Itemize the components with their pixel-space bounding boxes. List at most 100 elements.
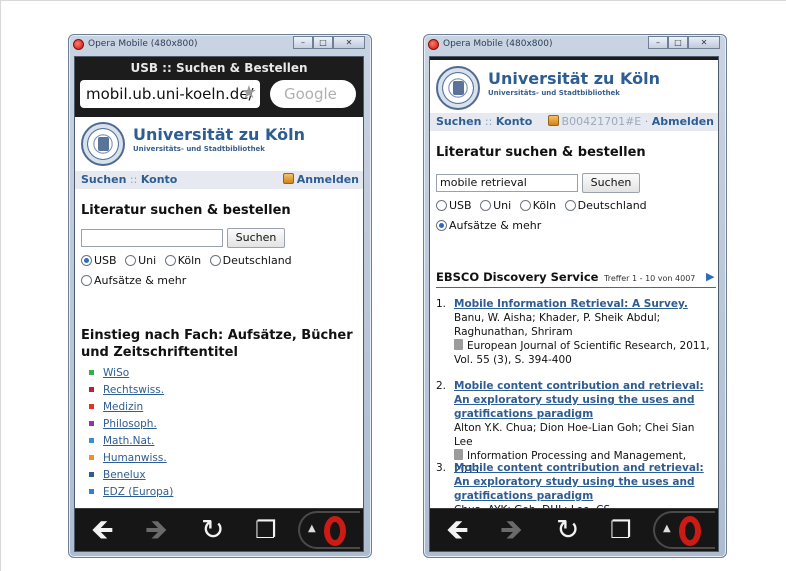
search-button[interactable]: Suchen (582, 173, 640, 193)
subject-link[interactable]: EDZ (Europa) (103, 486, 173, 498)
opera-menu-button[interactable]: ▲ (653, 511, 715, 549)
bookmark-star-icon[interactable]: ★ (241, 83, 257, 103)
subjects-heading: Einstieg nach Fach: Aufsätze, Bücher und… (81, 328, 353, 360)
opera-mobile-window-right: Opera Mobile (480x800) – □ ✕ Universität… (423, 34, 727, 558)
login-label: Anmelden (296, 173, 359, 186)
maximize-button[interactable]: □ (668, 36, 688, 49)
library-header: Universität zu Köln Universitäts- und St… (75, 117, 363, 173)
result-item: 1. Mobile Information Retrieval: A Surve… (436, 297, 712, 367)
opera-app-icon (428, 39, 439, 50)
reload-icon[interactable]: ↻ (556, 515, 579, 545)
subject-link[interactable]: Math.Nat. (103, 435, 154, 447)
forward-arrow-icon[interactable]: 🡺 (500, 515, 523, 545)
radio-uni-label: Uni (138, 254, 157, 267)
subject-item: Math.Nat. (89, 433, 173, 450)
result-source: European Journal of Scientific Research,… (454, 340, 710, 366)
subject-link[interactable]: Rechtswiss. (103, 384, 164, 396)
browser-bottom-toolbar: 🡸 🡺 ↻ ❐ ▲ (75, 508, 363, 551)
results-count: Treffer 1 - 10 von 4007 (604, 274, 696, 283)
back-arrow-icon[interactable]: 🡸 (446, 515, 469, 545)
subject-item: EDZ (Europa) (89, 484, 173, 501)
search-button[interactable]: Suchen (227, 228, 285, 248)
window-titlebar[interactable]: Opera Mobile (480x800) – □ ✕ (69, 35, 371, 55)
document-icon (454, 449, 463, 460)
nav-konto-link[interactable]: Konto (496, 115, 533, 128)
nav-suchen-link[interactable]: Suchen (81, 173, 126, 186)
forward-arrow-icon[interactable]: 🡺 (145, 515, 168, 545)
reload-icon[interactable]: ↻ (201, 515, 224, 545)
university-name: Universität zu Köln (488, 69, 660, 88)
user-lock-icon (547, 115, 559, 126)
radio-deutschland[interactable] (564, 200, 576, 211)
login-link[interactable]: Anmelden (282, 171, 359, 189)
minimize-button[interactable]: – (648, 36, 668, 49)
browser-viewport: USB :: Suchen & Bestellen mobil.ub.uni-k… (74, 56, 364, 552)
subject-item: Humanwiss. (89, 450, 173, 467)
page-title: USB :: Suchen & Bestellen (130, 61, 308, 75)
address-field[interactable]: mobil.ub.uni-koeln.de/ ★ (80, 80, 260, 108)
nav-konto-link[interactable]: Konto (141, 173, 178, 186)
logout-link[interactable]: Abmelden (652, 115, 714, 128)
subject-link[interactable]: Humanwiss. (103, 452, 167, 464)
subject-item: Benelux (89, 467, 173, 484)
nav-separator: :: (129, 173, 138, 186)
opera-logo-icon (324, 516, 346, 546)
subject-item: WiSo (89, 365, 173, 382)
back-arrow-icon[interactable]: 🡸 (91, 515, 114, 545)
radio-usb[interactable] (81, 255, 92, 266)
radio-koeln[interactable] (164, 255, 176, 266)
opera-logo-icon (679, 516, 701, 546)
opera-menu-button[interactable]: ▲ (298, 511, 360, 549)
result-number: 3. (436, 462, 447, 474)
search-heading: Literatur suchen & bestellen (81, 203, 291, 218)
nav-separator: :: (484, 115, 493, 128)
subject-link[interactable]: WiSo (103, 367, 129, 379)
search-input[interactable] (81, 229, 223, 247)
subject-item: Medizin (89, 399, 173, 416)
scope-radio-extra: Aufsätze & mehr (436, 219, 546, 232)
radio-aufsaetze[interactable] (436, 220, 447, 231)
radio-deutschland-label: Deutschland (577, 199, 647, 212)
subject-list: WiSo Rechtswiss. Medizin Philosoph. Math.Nat… (89, 365, 173, 501)
radio-deutschland-label: Deutschland (222, 254, 292, 267)
window-titlebar[interactable]: Opera Mobile (480x800) – □ ✕ (424, 35, 726, 55)
radio-uni[interactable] (125, 255, 137, 266)
search-input[interactable]: mobile retrieval (436, 174, 578, 192)
scope-radio-group: USB Uni Köln Deutschland (81, 254, 297, 267)
subject-link[interactable]: Benelux (103, 469, 146, 481)
subject-bullet-icon (89, 387, 94, 392)
subject-bullet-icon (89, 472, 94, 477)
subject-item: Rechtswiss. (89, 382, 173, 399)
minimize-button[interactable]: – (293, 36, 313, 49)
radio-deutschland[interactable] (209, 255, 221, 266)
radio-uni[interactable] (480, 200, 492, 211)
tabs-icon[interactable]: ❐ (255, 515, 277, 545)
result-title-link[interactable]: Mobile Information Retrieval: A Survey. (454, 297, 712, 311)
nav-dot: · (644, 115, 649, 128)
search-engine-field[interactable]: Google (270, 80, 356, 108)
result-authors: Alton Y.K. Chua; Dion Hoe-Lian Goh; Chei… (454, 422, 695, 448)
radio-uni-label: Uni (493, 199, 512, 212)
next-page-arrow-icon[interactable]: ▶ (706, 270, 714, 283)
radio-aufsaetze[interactable] (81, 275, 92, 286)
opera-mobile-window-left: Opera Mobile (480x800) – □ ✕ USB :: Such… (68, 34, 372, 558)
close-button[interactable]: ✕ (333, 36, 365, 49)
subject-link[interactable]: Medizin (103, 401, 143, 413)
results-source-heading: EBSCO Discovery Service (436, 270, 599, 284)
radio-usb-label: USB (449, 199, 472, 212)
image-top-border (0, 0, 786, 1)
close-button[interactable]: ✕ (688, 36, 720, 49)
result-title-link[interactable]: Mobile content contribution and retrieva… (454, 461, 712, 503)
library-header: Universität zu Köln Universitäts- und St… (430, 61, 718, 117)
library-subtitle: Universitäts- und Stadtbibliothek (133, 145, 265, 153)
maximize-button[interactable]: □ (313, 36, 333, 49)
radio-usb[interactable] (436, 200, 447, 211)
result-title-link[interactable]: Mobile content contribution and retrieva… (454, 379, 712, 421)
subject-link[interactable]: Philosoph. (103, 418, 157, 430)
university-name: Universität zu Köln (133, 125, 305, 144)
radio-koeln[interactable] (519, 200, 531, 211)
menu-up-arrow-icon: ▲ (308, 523, 316, 534)
nav-suchen-link[interactable]: Suchen (436, 115, 481, 128)
university-seal-logo (81, 122, 125, 166)
tabs-icon[interactable]: ❐ (610, 515, 632, 545)
